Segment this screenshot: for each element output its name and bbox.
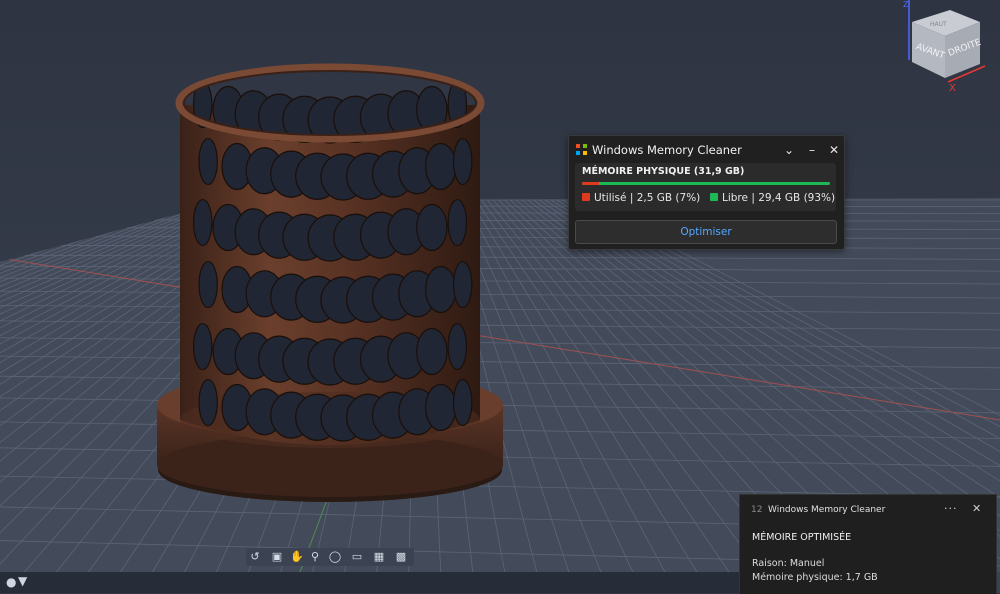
steering-wheel-icon[interactable]: ▣ [270, 550, 284, 564]
memory-cleaner-title: Windows Memory Cleaner [592, 143, 742, 157]
memory-used-fill [582, 182, 599, 185]
physical-memory-label: MÉMOIRE PHYSIQUE (31,9 GB) [582, 166, 744, 177]
free-memory-stat: Libre | 29,4 GB (93%) [710, 192, 835, 204]
notification-app-number: 12 [751, 505, 762, 515]
used-memory-text: Utilisé | 2,5 GB (7%) [594, 192, 700, 204]
memory-cleaner-window: Windows Memory Cleaner ⌄ – ✕ MÉMOIRE PHY… [568, 135, 845, 250]
used-memory-stat: Utilisé | 2,5 GB (7%) [582, 192, 700, 204]
close-icon[interactable]: ✕ [825, 141, 843, 159]
used-legend-swatch [582, 193, 590, 201]
memory-usage-bar [582, 182, 830, 185]
pan-icon[interactable]: ✋ [290, 550, 304, 564]
more-options-icon[interactable]: ··· [944, 502, 958, 515]
free-legend-swatch [710, 193, 718, 201]
layout-icon[interactable]: ▩ [394, 550, 408, 564]
view-style-icon[interactable]: ◯ [328, 550, 342, 564]
pen-holder-model [157, 67, 503, 502]
orbit-icon[interactable]: ↺ [248, 550, 262, 564]
notification-app-title: Windows Memory Cleaner [768, 505, 885, 515]
viewcube-top-label: HAUT [930, 21, 947, 28]
light-icon[interactable]: ▼ [18, 574, 27, 588]
chevron-down-icon[interactable]: ⌄ [780, 141, 798, 159]
memory-cleaner-titlebar[interactable]: Windows Memory Cleaner ⌄ – ✕ [569, 136, 844, 164]
display-icon[interactable]: ▭ [350, 550, 364, 564]
minimize-icon[interactable]: – [803, 141, 821, 159]
free-memory-text: Libre | 29,4 GB (93%) [722, 192, 835, 204]
viewcube-axis-z: Z [903, 0, 909, 9]
notification-reason: Raison: Manuel [752, 558, 824, 569]
notification-physical-memory: Mémoire physique: 1,7 GB [752, 572, 878, 583]
viewcube-axis-x: X [949, 83, 956, 94]
status-strip: ● ▼ [0, 572, 739, 593]
close-icon[interactable]: ✕ [972, 502, 981, 515]
notification-toast[interactable]: 12 Windows Memory Cleaner ··· ✕ MÉMOIRE … [739, 494, 997, 594]
physical-memory-panel: MÉMOIRE PHYSIQUE (31,9 GB) Utilisé | 2,5… [575, 163, 836, 211]
optimize-button[interactable]: Optimiser [575, 220, 837, 244]
status-icon[interactable]: ● [6, 575, 16, 589]
app-logo-icon [576, 144, 587, 155]
zoom-icon[interactable]: ⚲ [308, 550, 322, 564]
navigation-toolbar: ↺ ▣ ✋ ⚲ ◯ ▭ ▦ ▩ [246, 548, 414, 566]
notification-heading: MÉMOIRE OPTIMISÉE [752, 532, 851, 543]
grid-icon[interactable]: ▦ [372, 550, 386, 564]
